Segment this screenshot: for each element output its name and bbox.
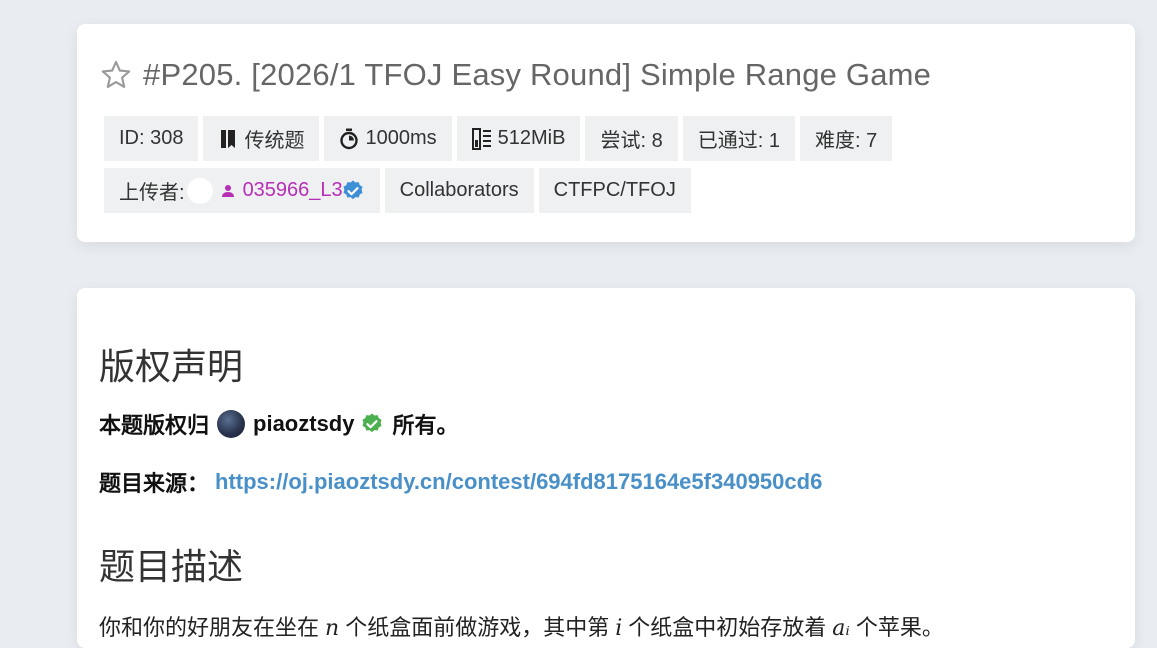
tag-collaborators[interactable]: Collaborators [384,168,534,213]
tag-time-label: 1000ms [365,127,437,149]
copyright-statement: 本题版权归 piaoztsdy 所有。 [99,408,459,440]
stopwatch-icon [339,128,359,150]
desc-part-4: 个苹果。 [855,615,944,640]
tag-difficulty: 难度: 7 [799,116,893,161]
problem-header-card: #P205. [2026/1 TFOJ Easy Round] Simple R… [77,24,1135,242]
tag-time: 1000ms [324,116,452,161]
desc-part-1: 你和你的好朋友在坐在 [99,615,320,640]
desc-var-a: aᵢ [832,616,850,641]
tag-type[interactable]: 传统题 [203,116,320,161]
star-icon[interactable] [99,58,133,92]
source-label: 题目来源： [99,471,210,496]
tag-uploader: 上传者: 035966_L3 [104,168,380,213]
desc-var-i: i [615,616,623,641]
uploader-link[interactable]: 035966_L3 [221,179,343,202]
avatar [186,177,213,204]
source-link[interactable]: https://oj.piaoztsdy.cn/contest/694fd817… [215,469,822,495]
description-heading: 题目描述 [99,546,244,587]
tag-source[interactable]: CTFPC/TFOJ [538,168,691,213]
tag-id: ID: 308 [104,116,199,161]
desc-var-n: n [325,616,340,641]
tag-type-label: 传统题 [244,130,305,152]
tag-accepted: 已通过: 1 [682,116,795,161]
desc-part-3: 个纸盒中初始存放着 [628,615,827,640]
verified-badge-icon [341,179,365,203]
person-icon [221,184,235,198]
avatar [217,410,246,438]
problem-title-row: #P205. [2026/1 TFOJ Easy Round] Simple R… [99,54,931,96]
tag-memory-label: 512MiB [497,127,566,149]
problem-content-card: 版权声明 本题版权归 piaoztsdy 所有。 题目来源： https://o… [77,288,1135,648]
book-icon [218,128,238,150]
verified-badge-icon [360,412,384,436]
copyright-suffix: 所有。 [392,413,459,438]
uploader-name: 035966_L3 [242,179,343,201]
tag-tried: 尝试: 8 [585,116,678,161]
copyright-heading: 版权声明 [99,346,244,387]
problem-owner-row: 上传者: 035966_L3 Collaborators CTFPC/TFOJ [104,168,691,213]
tag-memory: 512MiB [456,116,581,161]
copyright-prefix: 本题版权归 [99,413,210,438]
description-text: 你和你的好朋友在坐在 n 个纸盒面前做游戏，其中第 i 个纸盒中初始存放着 aᵢ 个苹果。 [99,610,944,642]
problem-meta-row: ID: 308 传统题 1000ms 512MiB 尝试: 8 已通过: 1 难… [104,116,893,161]
copyright-owner[interactable]: piaoztsdy [253,411,354,437]
desc-part-2: 个纸盒面前做游戏，其中第 [345,615,610,640]
memory-icon [471,127,492,150]
source-statement: 题目来源： https://oj.piaoztsdy.cn/contest/69… [99,466,822,498]
problem-title: #P205. [2026/1 TFOJ Easy Round] Simple R… [143,57,932,92]
uploader-label: 上传者: [119,182,185,204]
